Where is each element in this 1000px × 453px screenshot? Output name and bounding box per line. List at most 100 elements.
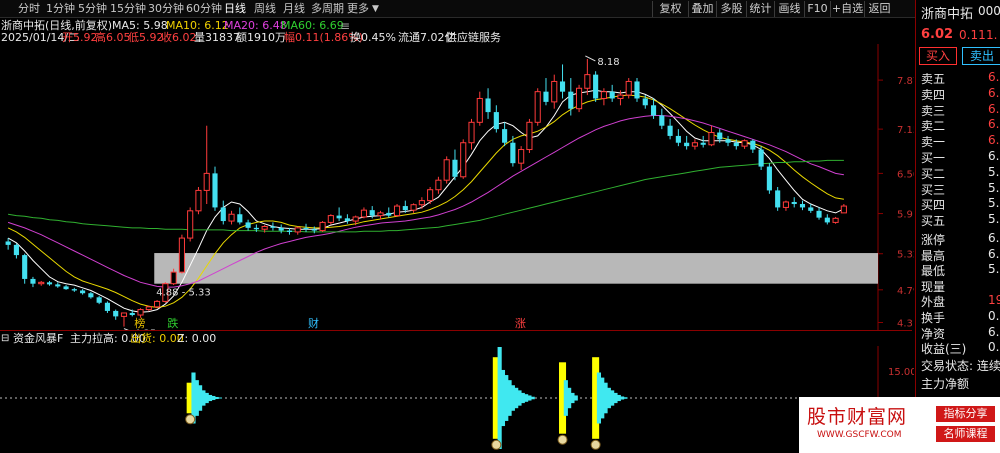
price-tick-label: 7.15 — [897, 125, 914, 136]
candle-body — [750, 140, 756, 150]
candle-body — [766, 166, 772, 191]
candle-body — [303, 227, 309, 230]
tab-15min[interactable]: 15分钟 — [110, 1, 146, 17]
stats-button[interactable]: 统计 — [746, 1, 774, 17]
candle-body — [369, 210, 375, 216]
event-marker[interactable]: 跌 — [167, 316, 178, 330]
tab-multi-period[interactable]: 多周期 — [311, 1, 344, 17]
tab-1min[interactable]: 1分钟 — [46, 1, 75, 17]
tab-more[interactable]: 更多 — [347, 1, 369, 17]
stat-value: 6. — [988, 324, 1000, 339]
ask-price: 6. — [988, 101, 1000, 116]
candle-body — [543, 91, 549, 102]
candle-body — [71, 289, 77, 291]
logo-title: 股市财富网 — [807, 406, 908, 428]
indicator-collapse-icon[interactable]: ⊟ — [1, 332, 9, 346]
candle-body — [741, 140, 748, 147]
quote-pct: 1. — [986, 28, 998, 42]
event-marker[interactable]: 榜 — [134, 316, 145, 330]
tab-60min[interactable]: 60分钟 — [186, 1, 222, 17]
candle-body — [187, 210, 194, 239]
candle-body — [460, 142, 467, 178]
candle-body — [816, 210, 822, 218]
bid-label: 买一 — [921, 151, 946, 165]
stat-value: 0.4 — [988, 309, 1000, 323]
quote-change: 0.11 — [959, 28, 986, 42]
tab-monthly[interactable]: 月线 — [283, 1, 305, 17]
candle-body — [502, 129, 508, 143]
indicator-bar — [623, 397, 628, 399]
bar-high: 高6.05 — [95, 31, 131, 44]
event-marker[interactable]: 涨 — [515, 317, 526, 330]
candle-body — [427, 189, 434, 202]
multi-stock-button[interactable]: 多股 — [716, 1, 746, 17]
ask-label: 卖四 — [921, 87, 946, 102]
bid-label: 买五 — [921, 214, 946, 229]
candle-body — [38, 281, 45, 285]
candle-body — [336, 215, 342, 219]
quote-price: 6.02 — [921, 27, 954, 42]
candle-body — [228, 213, 235, 222]
sell-button[interactable]: 卖出 — [962, 47, 1000, 65]
candle-body — [137, 309, 144, 316]
candle-body — [327, 215, 334, 223]
stat-label: 净资 — [921, 326, 946, 341]
indicator-header: ⊟ 资金风暴F 主力拉高: 0.00 出货: 0.00 Z: 0.00 — [0, 330, 912, 346]
overlay-button[interactable]: 叠加 — [688, 1, 716, 17]
candle-body — [170, 271, 177, 285]
candle-body — [717, 132, 723, 140]
candlestick-chart[interactable]: 8.184.254.88 - 5.33榜跌财涨 7.877.156.505.91… — [0, 44, 914, 330]
draw-button[interactable]: 画线 — [774, 1, 804, 17]
money-bag-icon — [590, 439, 601, 450]
bar-volume: 量31837 — [194, 31, 240, 44]
quote-stock-code: 0009 — [978, 4, 1000, 18]
bar-turnover: 换0.45% — [350, 31, 396, 44]
candle-body — [80, 290, 86, 294]
candle-body — [791, 201, 797, 205]
indicator-bar — [573, 395, 578, 401]
event-marker[interactable]: 财 — [308, 316, 319, 330]
tab-5min[interactable]: 5分钟 — [78, 1, 107, 17]
stat-label: 外盘 — [921, 295, 946, 310]
candle-body — [650, 105, 657, 116]
money-bag-icon — [491, 439, 502, 450]
candle-body — [840, 205, 847, 214]
tab-weekly[interactable]: 周线 — [254, 1, 276, 17]
bar-open: 开5.92 — [62, 31, 98, 44]
buy-button[interactable]: 买入 — [919, 47, 957, 65]
candle-body — [526, 121, 533, 151]
candle-body — [485, 98, 491, 113]
candle-body — [237, 214, 243, 223]
candle-body — [63, 286, 69, 290]
candle-body — [154, 300, 161, 308]
candle-body — [667, 125, 673, 136]
tab-30min[interactable]: 30分钟 — [148, 1, 184, 17]
price-range-band — [154, 253, 879, 284]
indicator-title[interactable]: 资金风暴F — [13, 332, 63, 346]
candle-body — [684, 142, 690, 147]
high-annotation: 8.18 — [597, 57, 619, 68]
back-button[interactable]: 返回 — [864, 1, 894, 17]
range-annotation: 4.88 - 5.33 — [156, 288, 211, 299]
tab-daily[interactable]: 日线 — [224, 1, 246, 17]
more-chevron-icon[interactable]: ▼ — [372, 1, 379, 17]
candle-body — [808, 207, 814, 211]
f10-button[interactable]: F10 — [804, 1, 830, 17]
candle-body — [261, 225, 268, 230]
adjust-button[interactable]: 复权 — [652, 1, 688, 17]
tab-fenshi[interactable]: 分时 — [18, 1, 40, 17]
candle-body — [782, 201, 790, 208]
add-watchlist-button[interactable]: +自选 — [830, 1, 864, 17]
candle-body — [642, 98, 648, 106]
bar-low: 低5.92 — [128, 31, 164, 44]
out-label: 出货: 0.00 — [130, 332, 184, 345]
price-tick-label: 6.50 — [897, 169, 914, 180]
stat-label: 现量 — [921, 279, 946, 294]
candle-body — [195, 189, 202, 212]
candle-body — [452, 159, 458, 177]
ask-price: 6. — [988, 133, 1000, 148]
indicator-chart[interactable]: 15.00 — [0, 346, 914, 453]
candle-body — [476, 97, 483, 123]
candle-body — [568, 91, 574, 109]
bid-price: 5. — [988, 180, 1000, 195]
